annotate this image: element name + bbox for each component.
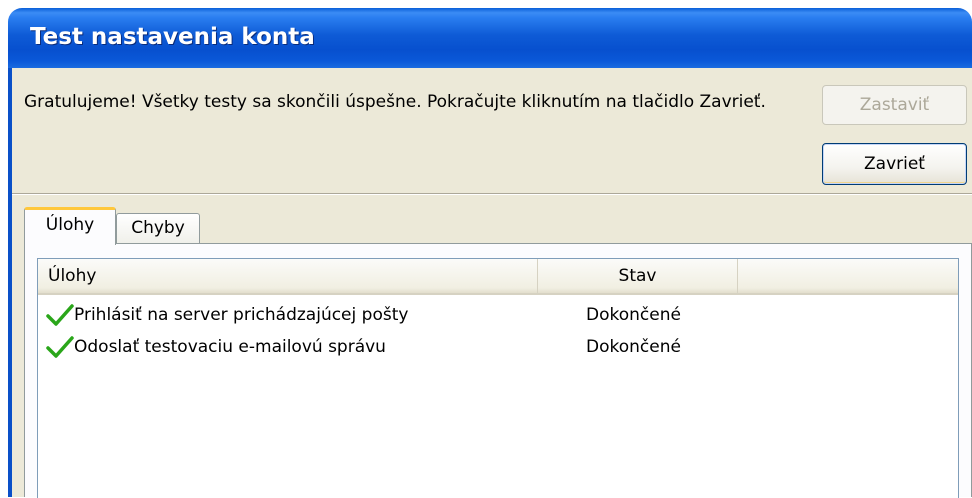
- status-message: Gratulujeme! Všetky testy sa skončili ús…: [24, 92, 766, 112]
- tab-tasks[interactable]: Úlohy: [24, 207, 116, 245]
- tab-errors[interactable]: Chyby: [116, 213, 200, 243]
- dialog-client-area: Gratulujeme! Všetky testy sa skončili ús…: [12, 68, 972, 498]
- tasks-list[interactable]: Úlohy Stav Prihlásiť na server prichádza…: [37, 258, 959, 498]
- green-check-icon: [46, 304, 74, 326]
- task-name: Prihlásiť na server prichádzajúcej pošty: [74, 305, 409, 325]
- stop-button[interactable]: Zastaviť: [822, 85, 967, 125]
- list-header: Úlohy Stav: [38, 259, 958, 295]
- column-header-status[interactable]: Stav: [538, 259, 738, 293]
- close-button[interactable]: Zavrieť: [822, 143, 967, 185]
- column-header-tasks[interactable]: Úlohy: [38, 259, 538, 293]
- task-status: Dokončené: [586, 305, 681, 325]
- green-check-icon: [46, 336, 74, 358]
- dialog-window: Test nastavenia konta Gratulujeme! Všetk…: [0, 0, 972, 498]
- title-bar[interactable]: Test nastavenia konta: [8, 8, 972, 68]
- window-title: Test nastavenia konta: [30, 24, 315, 50]
- list-item[interactable]: Odoslať testovaciu e-mailovú správu Doko…: [38, 331, 958, 363]
- task-name: Odoslať testovaciu e-mailovú správu: [74, 337, 386, 357]
- separator: [12, 193, 972, 195]
- tab-panel-tasks: Úlohy Stav Prihlásiť na server prichádza…: [24, 243, 972, 498]
- list-item[interactable]: Prihlásiť na server prichádzajúcej pošty…: [38, 299, 958, 331]
- task-status: Dokončené: [586, 337, 681, 357]
